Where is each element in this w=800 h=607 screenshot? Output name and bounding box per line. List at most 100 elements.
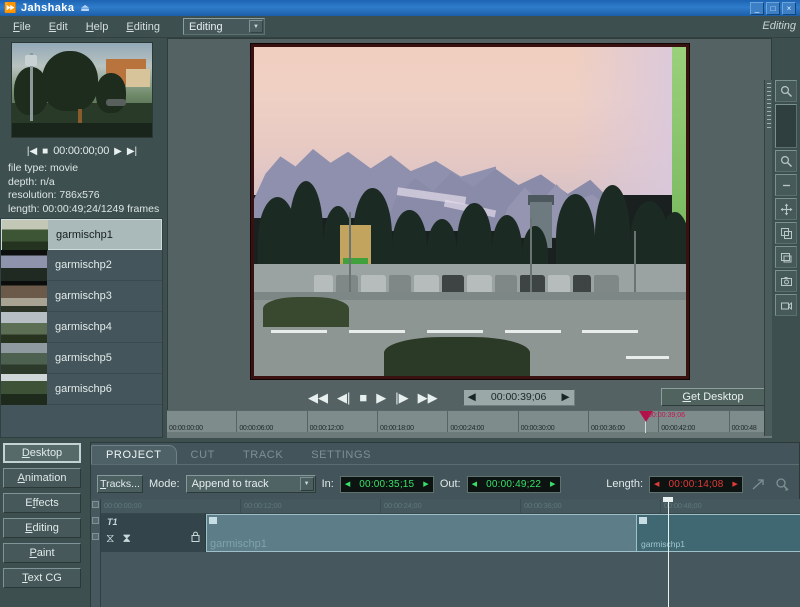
timeline-clip[interactable] <box>206 514 638 552</box>
tab-cut[interactable]: CUT <box>177 446 229 464</box>
timeline-playhead-handle[interactable] <box>663 497 673 502</box>
tab-settings[interactable]: SETTINGS <box>297 446 385 464</box>
zoom-in-icon[interactable] <box>775 150 797 172</box>
timeline-tick: 00:00:36;00 <box>521 499 661 513</box>
chevron-down-icon[interactable]: ▼ <box>249 20 263 33</box>
list-item[interactable]: garmischp2 <box>1 250 162 281</box>
module-button-text-cg[interactable]: Text CG <box>3 568 81 588</box>
minimize-button[interactable]: _ <box>750 2 764 15</box>
clip-handle-left[interactable] <box>209 517 217 524</box>
track-lock-icon[interactable] <box>191 531 200 545</box>
close-button[interactable]: × <box>782 2 796 15</box>
scrub-marker-label: 00:00:39;06 <box>648 412 685 419</box>
scroll-thumb[interactable] <box>92 517 99 524</box>
get-desktop-button[interactable]: Get Desktop <box>661 388 765 406</box>
ruler-tick-label: 00:00:12:00 <box>310 425 344 432</box>
menu-edit[interactable]: Edit <box>40 19 77 35</box>
mode-label: Mode: <box>149 478 180 490</box>
timecode-left-arrow-icon[interactable]: ◀ <box>468 391 476 403</box>
list-item[interactable]: garmischp6 <box>1 374 162 405</box>
ruler-tick: 00:00:30:00 <box>519 411 589 433</box>
in-decrement-icon[interactable]: ◀ <box>345 480 351 488</box>
stop-icon[interactable]: ■ <box>42 146 48 157</box>
rail-preview-thumbnail[interactable] <box>775 104 797 148</box>
out-increment-icon[interactable]: ▶ <box>550 480 556 488</box>
clip-preview-monitor[interactable] <box>11 42 153 138</box>
copy-icon[interactable] <box>775 222 797 244</box>
clip-thumbnail <box>1 343 47 374</box>
program-monitor[interactable] <box>250 43 690 380</box>
window-controls: _ □ × <box>750 2 798 15</box>
right-rail-scrollbar[interactable] <box>764 80 772 436</box>
clip-name: garmischp1 <box>48 220 161 249</box>
list-item[interactable]: garmischp4 <box>1 312 162 343</box>
module-button-editing[interactable]: Editing <box>3 518 81 538</box>
chevron-down-icon[interactable]: ▼ <box>300 477 314 491</box>
clip-name: garmischp4 <box>47 312 162 342</box>
ruler-tick: 00:00:24:00 <box>448 411 518 433</box>
scroll-up-icon[interactable] <box>92 501 99 508</box>
clip-list[interactable]: garmischp1 garmischp2 garmischp3 garmisc… <box>0 218 163 438</box>
mode-select[interactable]: Append to track ▼ <box>186 475 316 493</box>
clip-name: garmischp5 <box>47 343 162 373</box>
timecode-right-arrow-icon[interactable]: ▶ <box>562 391 570 403</box>
list-item[interactable]: garmischp5 <box>1 343 162 374</box>
zoom-add-icon[interactable] <box>773 475 791 493</box>
step-back-icon[interactable]: ◀| <box>337 391 350 404</box>
step-forward-icon[interactable]: |▶ <box>395 391 408 404</box>
video-camera-icon[interactable] <box>775 294 797 316</box>
list-item[interactable]: garmischp3 <box>1 281 162 312</box>
tab-track[interactable]: TRACK <box>229 446 297 464</box>
length-increment-icon[interactable]: ▶ <box>732 480 738 488</box>
left-panel: |◀ ■ 00:00:00;00 ▶ ▶| file type: movie d… <box>0 38 163 438</box>
list-item[interactable]: garmischp1 <box>1 219 162 250</box>
length-field[interactable]: ◀ 00:00:14;08 ▶ <box>649 476 743 493</box>
scrub-ruler-track[interactable] <box>167 432 800 438</box>
play-icon[interactable]: ▶ <box>114 146 122 157</box>
fast-forward-icon[interactable]: ▶▶ <box>418 391 438 404</box>
tab-project[interactable]: PROJECT <box>91 445 177 464</box>
rewind-icon[interactable]: ◀◀ <box>308 391 328 404</box>
stop-icon[interactable]: ■ <box>359 391 367 404</box>
module-button-animation[interactable]: Animation <box>3 468 81 488</box>
module-combo[interactable]: Editing ▼ <box>183 18 265 35</box>
timeline-tick: 00:00:24;00 <box>381 499 521 513</box>
minus-icon[interactable] <box>775 174 797 196</box>
timeline-ruler[interactable]: 00:00:00;00 00:00:12;00 00:00:24;00 00:0… <box>101 499 800 514</box>
out-point-field[interactable]: ◀ 00:00:49;22 ▶ <box>467 476 561 493</box>
go-to-start-icon[interactable]: |◀ <box>27 146 37 157</box>
module-button-paint[interactable]: Paint <box>3 543 81 563</box>
timeline-playhead[interactable] <box>668 499 669 607</box>
out-point-value: 00:00:49;22 <box>486 479 541 490</box>
menu-editing[interactable]: Editing <box>117 19 169 35</box>
program-timecode-field[interactable]: ◀ 00:00:39;06 ▶ <box>463 389 575 406</box>
razor-icon[interactable] <box>749 475 767 493</box>
timeline-clip[interactable]: garmischp1 <box>636 514 800 552</box>
module-button-effects[interactable]: Effects <box>3 493 81 513</box>
out-decrement-icon[interactable]: ◀ <box>472 480 478 488</box>
zoom-icon[interactable] <box>775 80 797 102</box>
timeline-empty-area[interactable] <box>101 552 800 607</box>
timeline-clip-name: garmischp1 <box>210 538 267 550</box>
camera-icon[interactable] <box>775 270 797 292</box>
maximize-button[interactable]: □ <box>766 2 780 15</box>
menu-help[interactable]: Help <box>77 19 118 35</box>
scroll-down-icon[interactable] <box>92 533 99 540</box>
duplicate-icon[interactable] <box>775 246 797 268</box>
timeline-left-gutter[interactable] <box>91 499 101 607</box>
clip-handle-left[interactable] <box>639 517 647 524</box>
move-icon[interactable] <box>775 198 797 220</box>
track-solo-icon[interactable]: ⧗ <box>122 531 130 546</box>
in-increment-icon[interactable]: ▶ <box>423 480 429 488</box>
go-to-end-icon[interactable]: ▶| <box>127 146 137 157</box>
length-decrement-icon[interactable]: ◀ <box>654 480 660 488</box>
clip-thumbnail <box>1 374 47 405</box>
tracks-button[interactable]: Tracks... <box>97 475 143 493</box>
menu-file[interactable]: File <box>4 19 40 35</box>
timeline-tick-label: 00:00:00;00 <box>104 501 141 510</box>
track-mute-icon[interactable]: ⧖ <box>106 531 114 546</box>
in-point-field[interactable]: ◀ 00:00:35;15 ▶ <box>340 476 434 493</box>
timeline-clip-name: garmischp1 <box>641 539 685 549</box>
module-button-desktop[interactable]: Desktop <box>3 443 81 463</box>
play-icon[interactable]: ▶ <box>376 391 386 404</box>
